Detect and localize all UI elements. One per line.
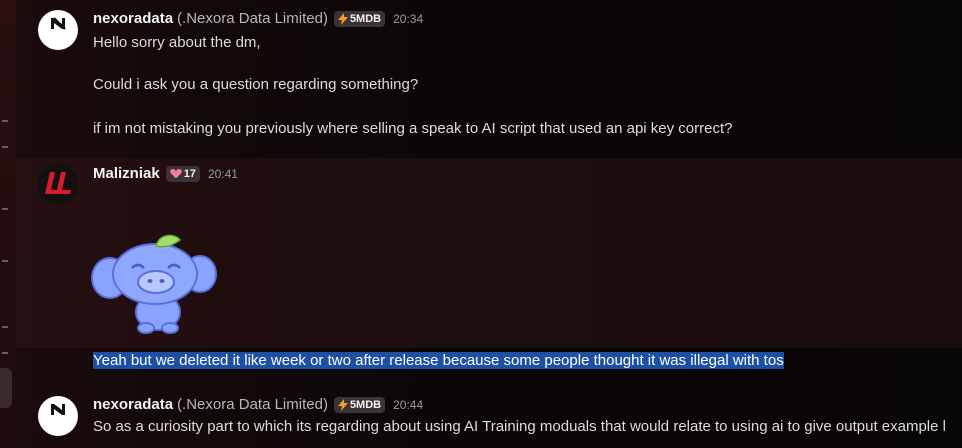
nexora-logo-icon: [51, 404, 65, 415]
message-text: So as a curiosity part to which its rega…: [93, 418, 946, 435]
server-tag-label: 5MDB: [349, 12, 382, 25]
timestamp[interactable]: 20:34: [393, 12, 423, 26]
message-text: if im not mistaking you previously where…: [93, 120, 733, 137]
chat-window: nexoradata (.Nexora Data Limited) 5MDB 2…: [0, 0, 962, 448]
wumpus-sticker[interactable]: [88, 230, 222, 334]
nickname[interactable]: (.Nexora Data Limited): [177, 396, 328, 413]
server-tag[interactable]: 5MDB: [333, 10, 386, 27]
sidebar-selected-item[interactable]: [0, 368, 12, 408]
avatar[interactable]: [38, 396, 78, 436]
message-text: Hello sorry about the dm,: [93, 34, 261, 51]
avatar[interactable]: [38, 164, 78, 204]
message-header: Malizniak 17 20:41: [93, 165, 238, 182]
heart-icon: [169, 169, 182, 179]
username[interactable]: nexoradata: [93, 10, 173, 27]
lightning-icon: [337, 398, 348, 411]
sidebar-collapse-icon[interactable]: [2, 326, 8, 328]
message[interactable]: nexoradata (.Nexora Data Limited) 5MDB 2…: [16, 386, 962, 448]
sidebar-edge: [0, 0, 16, 448]
sidebar-collapse-icon[interactable]: [2, 260, 8, 262]
server-tag[interactable]: 17: [165, 165, 200, 182]
timestamp[interactable]: 20:44: [393, 398, 423, 412]
message-text: Could i ask you a question regarding som…: [93, 76, 419, 93]
message-text: Yeah but we deleted it like week or two …: [93, 352, 784, 369]
message[interactable]: nexoradata (.Nexora Data Limited) 5MDB 2…: [16, 0, 962, 158]
sidebar-collapse-icon[interactable]: [2, 120, 8, 122]
sidebar-collapse-icon[interactable]: [2, 208, 8, 210]
sidebar-collapse-icon[interactable]: [2, 146, 8, 148]
nickname[interactable]: (.Nexora Data Limited): [177, 10, 328, 27]
avatar[interactable]: [38, 10, 78, 50]
message-header: nexoradata (.Nexora Data Limited) 5MDB 2…: [93, 396, 423, 413]
message-header: nexoradata (.Nexora Data Limited) 5MDB 2…: [93, 10, 423, 27]
username[interactable]: nexoradata: [93, 396, 173, 413]
timestamp[interactable]: 20:41: [208, 167, 238, 181]
sidebar-collapse-icon[interactable]: [2, 352, 8, 354]
server-tag-label: 17: [183, 167, 196, 180]
username[interactable]: Malizniak: [93, 165, 160, 182]
server-tag-label: 5MDB: [349, 398, 382, 411]
lightning-icon: [337, 12, 348, 25]
server-tag[interactable]: 5MDB: [333, 396, 386, 413]
nexora-logo-icon: [51, 17, 66, 30]
selected-text: Yeah but we deleted it like week or two …: [93, 352, 784, 369]
malizniak-logo-icon: [45, 172, 71, 194]
